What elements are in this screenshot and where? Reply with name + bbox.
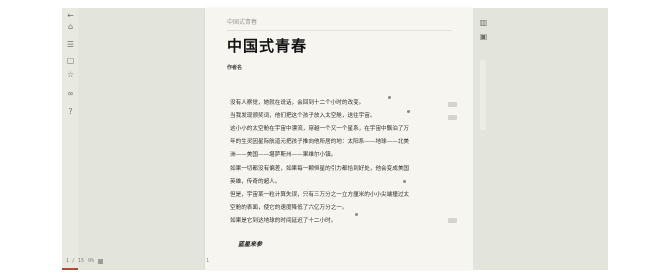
text-line: 空舱的表面，使它的速度降低了六亿万分之一。 [230, 205, 348, 211]
page-count: 1 / 15 [66, 258, 85, 264]
signature: 蓝星来参 [238, 241, 263, 248]
left-toolbar: ← ⌂ ☰ ▢ ☆ ∞ ? [62, 8, 78, 270]
text-line: 如果是它到达地球的时间延迟了十二小时。 [230, 218, 337, 224]
bookmark-icon[interactable]: ▣ [479, 32, 488, 41]
text-line: 年的生灵因星际航道元把孩子推向他所居的地：太阳系——地球——北美 [230, 139, 410, 145]
progress-accent [62, 268, 78, 270]
scrollbar[interactable] [480, 60, 486, 130]
text-line: 英雄，传奇的超人。 [230, 179, 281, 185]
home-icon[interactable]: ⌂ [66, 22, 75, 31]
note-dot[interactable] [407, 110, 410, 113]
comment-icon[interactable]: ▢ [66, 56, 75, 65]
view-mode-icon[interactable] [98, 258, 104, 264]
note-dot[interactable] [355, 213, 358, 216]
toc-icon[interactable]: ☰ [66, 40, 75, 49]
text-line: 如果一切都没有偏差，如果每一颗恒星的引力都恰到好处，他会变成美国 [230, 166, 410, 172]
text-line: 没有人察觉，她就在说话，会回到十二个小时的改变。 [230, 100, 365, 106]
status-bar: 1 / 15 0% [66, 258, 104, 264]
help-icon[interactable]: ? [66, 107, 75, 116]
zoom-level: 0% [88, 258, 95, 264]
link-icon[interactable]: ∞ [66, 89, 75, 98]
book-label: 中国式青春 [227, 19, 258, 26]
text-line: 洲——美国——堪萨斯州——果维尔小镇。 [230, 152, 337, 158]
page-marker: 1 [206, 258, 210, 264]
annotation-marker[interactable] [448, 102, 457, 107]
star-icon[interactable]: ☆ [66, 70, 75, 79]
text-line: 当我发现颁奖词，他们把这个孩子放入太空舱，送往宇宙。 [230, 113, 376, 119]
annotation-marker[interactable] [448, 218, 457, 223]
right-toolbar [476, 8, 492, 270]
note-dot[interactable] [403, 180, 406, 183]
note-dot[interactable] [388, 96, 391, 99]
right-panel [473, 8, 608, 270]
text-line: 这小小的太空舱在宇宙中漂流，穿越一个又一个星系，在宇宙中飘泊了万 [230, 126, 410, 132]
annotation-marker[interactable] [448, 115, 457, 120]
text-line: 但是，宇宙某一粒计算失误，只有三万分之一立方厘米的小小尖端撞过太 [230, 192, 410, 198]
font-icon[interactable]: ▥ [479, 18, 488, 27]
back-icon[interactable]: ← [66, 11, 75, 20]
author-name: 作者名 [227, 65, 243, 71]
page-title: 中国式青春 [227, 37, 308, 55]
header-divider [227, 30, 452, 31]
